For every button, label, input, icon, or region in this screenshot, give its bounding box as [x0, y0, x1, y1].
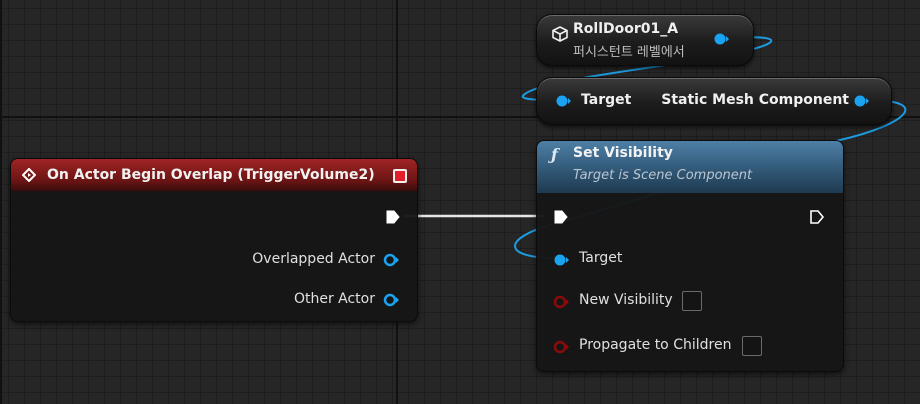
actor-reference-title: RollDoor01_A: [573, 21, 679, 37]
object-out-pin-icon[interactable]: [383, 253, 399, 267]
pin-label-other-actor: Other Actor: [293, 291, 375, 307]
set-visibility-subtitle: Target is Scene Component: [573, 168, 753, 183]
set-visibility-title: Set Visibility: [573, 145, 673, 161]
getter-target-label: Target: [581, 92, 632, 108]
event-node-header[interactable]: On Actor Begin Overlap (TriggerVolume2): [11, 159, 417, 191]
set-visibility-node[interactable]: ƒ Set Visibility Target is Scene Compone…: [536, 140, 844, 372]
object-out-pin-icon[interactable]: [853, 94, 869, 108]
object-out-pin-icon[interactable]: [713, 32, 729, 46]
event-node-title: On Actor Begin Overlap (TriggerVolume2): [47, 167, 375, 183]
function-icon: ƒ: [551, 145, 558, 164]
exec-out-pin-icon[interactable]: [385, 209, 401, 225]
object-in-pin-icon[interactable]: [553, 253, 569, 267]
object-in-pin-icon[interactable]: [555, 94, 571, 108]
static-mesh-getter-node[interactable]: Target Static Mesh Component: [536, 77, 892, 125]
exec-in-pin-icon[interactable]: [553, 209, 569, 225]
new-visibility-checkbox[interactable]: [682, 291, 702, 311]
bool-in-pin-icon[interactable]: [553, 340, 569, 354]
event-delegate-pin-icon[interactable]: [393, 169, 407, 183]
event-node-begin-overlap[interactable]: On Actor Begin Overlap (TriggerVolume2) …: [10, 158, 418, 322]
exec-out-pin-icon[interactable]: [809, 209, 825, 225]
set-visibility-header[interactable]: ƒ Set Visibility Target is Scene Compone…: [537, 141, 843, 193]
pin-label-new-visibility: New Visibility: [579, 292, 673, 308]
pin-label-target: Target: [579, 250, 623, 266]
pin-label-propagate: Propagate to Children: [579, 337, 732, 353]
object-out-pin-icon[interactable]: [383, 293, 399, 307]
event-diamond-icon: [22, 168, 36, 182]
bool-in-pin-icon[interactable]: [553, 295, 569, 309]
propagate-checkbox[interactable]: [742, 336, 762, 356]
actor-reference-node[interactable]: RollDoor01_A 퍼시스턴트 레벨에서: [536, 14, 754, 66]
actor-reference-subtitle: 퍼시스턴트 레벨에서: [573, 45, 685, 60]
cube-icon: [552, 26, 568, 42]
grid-major-line: [0, 0, 2, 404]
getter-output-label: Static Mesh Component: [661, 92, 849, 108]
pin-label-overlapped-actor: Overlapped Actor: [252, 251, 375, 267]
